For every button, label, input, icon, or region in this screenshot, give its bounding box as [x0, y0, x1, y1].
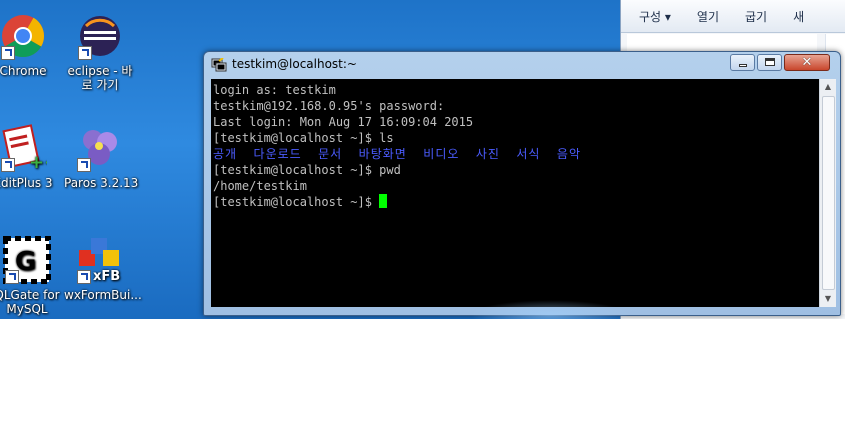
desktop-icon-editplus[interactable]: ++ EditPlus 3 [0, 124, 59, 190]
burn-button[interactable]: 굽기 [745, 8, 767, 25]
desktop: Chrome eclipse - 바로 가기 ++ EditPlus 3 [0, 0, 845, 319]
icon-label: EditPlus 3 [0, 176, 53, 190]
open-button[interactable]: 열기 [697, 8, 719, 25]
text-cursor [379, 194, 388, 208]
icon-label: QLGate for MySQL [0, 288, 60, 316]
terminal-screen[interactable]: login as: testkim testkim@192.168.0.95's… [211, 79, 819, 307]
svg-text:++: ++ [29, 152, 47, 172]
close-icon: ✕ [801, 55, 813, 70]
prompt-text: [testkim@localhost ~]$ [213, 195, 380, 209]
scroll-up-icon[interactable]: ▲ [820, 79, 836, 95]
ls-output-line: 공개 다운로드 문서 바탕화면 비디오 사진 서식 음악 [213, 147, 581, 161]
terminal-titlebar[interactable]: testkim@localhost:~ ✕ [204, 52, 840, 77]
terminal-line: testkim@192.168.0.95's password: [213, 99, 445, 113]
desktop-icon-chrome[interactable]: Chrome [0, 12, 58, 78]
desktop-icon-wxformbuilder[interactable]: xFB wxFormBui... [64, 236, 142, 302]
editplus-icon: ++ [0, 124, 59, 173]
maximize-icon [758, 55, 781, 70]
terminal-line: login as: testkim [213, 83, 336, 97]
minimize-icon [731, 55, 754, 70]
desktop-icon-eclipse[interactable]: eclipse - 바로 가기 [64, 12, 136, 92]
putty-icon[interactable] [211, 57, 227, 72]
close-button[interactable]: ✕ [784, 54, 830, 71]
shortcut-arrow-icon [78, 46, 92, 60]
vertical-scrollbar[interactable]: ▲ ▼ [819, 79, 836, 307]
chrome-icon [0, 12, 47, 60]
icon-label: Chrome [0, 64, 47, 78]
eclipse-icon [76, 12, 124, 60]
organize-menu[interactable]: 구성 ▾ [639, 8, 671, 25]
wxformbuilder-icon: xFB [75, 236, 123, 284]
terminal-line: /home/testkim [213, 179, 307, 193]
icon-label: eclipse - 바로 가기 [67, 64, 133, 92]
terminal-line: Last login: Mon Aug 17 16:09:04 2015 [213, 115, 474, 129]
scroll-down-icon[interactable]: ▼ [820, 291, 836, 307]
shortcut-arrow-icon [77, 158, 91, 172]
window-title: testkim@localhost:~ [232, 57, 357, 71]
shortcut-arrow-icon [1, 46, 15, 60]
paros-icon [75, 124, 123, 172]
icon-label: Paros 3.2.13 [64, 176, 139, 190]
scrollbar-thumb[interactable] [822, 96, 835, 290]
new-button[interactable]: 새 [793, 8, 804, 25]
shortcut-arrow-icon [5, 270, 19, 284]
shortcut-arrow-icon [1, 158, 15, 172]
svg-text:xFB: xFB [93, 269, 120, 284]
prompt-line: [testkim@localhost ~]$ [213, 194, 817, 210]
minimize-button[interactable] [730, 54, 755, 71]
desktop-icon-paros[interactable]: Paros 3.2.13 [64, 124, 139, 190]
shortcut-arrow-icon [77, 270, 91, 284]
explorer-toolbar: 구성 ▾ 열기 굽기 새 [621, 0, 845, 33]
sqlgate-icon: G [2, 235, 52, 285]
terminal-line: [testkim@localhost ~]$ pwd [213, 163, 401, 177]
desktop-icon-sqlgate[interactable]: G QLGate for MySQL [0, 235, 62, 316]
icon-label: wxFormBui... [64, 288, 142, 302]
terminal-window: testkim@localhost:~ ✕ login as: testkim … [203, 51, 841, 316]
maximize-button[interactable] [757, 54, 782, 71]
terminal-line: [testkim@localhost ~]$ ls [213, 131, 394, 145]
